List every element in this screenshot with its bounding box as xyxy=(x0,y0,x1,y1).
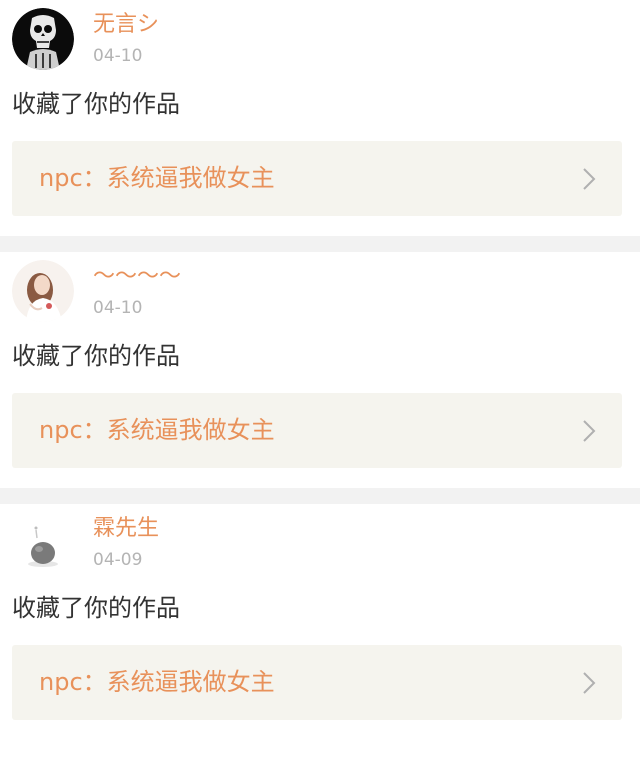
timestamp: 04-09 xyxy=(93,550,143,570)
action-text: 收藏了你的作品 xyxy=(12,342,180,370)
work-title: npc：系统逼我做女主 xyxy=(39,416,275,444)
work-title: npc：系统逼我做女主 xyxy=(39,164,275,192)
notification-item: 无言シ 04-10 收藏了你的作品 npc：系统逼我做女主 xyxy=(0,0,640,236)
chevron-right-icon xyxy=(582,167,596,191)
action-text: 收藏了你的作品 xyxy=(12,90,180,118)
skull-avatar-icon xyxy=(12,8,74,70)
timestamp: 04-10 xyxy=(93,46,143,66)
notification-item: 霖先生 04-09 收藏了你的作品 npc：系统逼我做女主 xyxy=(0,504,640,740)
username[interactable]: 无言シ xyxy=(93,11,159,39)
stone-avatar-icon xyxy=(12,512,74,574)
girl-photo-avatar-icon xyxy=(12,260,74,322)
username[interactable]: ～～～～ xyxy=(93,263,181,291)
divider xyxy=(0,488,640,504)
avatar[interactable] xyxy=(12,512,74,574)
work-link-card[interactable]: npc：系统逼我做女主 xyxy=(12,393,622,468)
avatar[interactable] xyxy=(12,8,74,70)
username[interactable]: 霖先生 xyxy=(93,515,159,543)
divider xyxy=(0,236,640,252)
chevron-right-icon xyxy=(582,419,596,443)
work-link-card[interactable]: npc：系统逼我做女主 xyxy=(12,645,622,720)
avatar[interactable] xyxy=(12,260,74,322)
notification-item: ～～～～ 04-10 收藏了你的作品 npc：系统逼我做女主 xyxy=(0,252,640,488)
chevron-right-icon xyxy=(582,671,596,695)
work-title: npc：系统逼我做女主 xyxy=(39,668,275,696)
work-link-card[interactable]: npc：系统逼我做女主 xyxy=(12,141,622,216)
timestamp: 04-10 xyxy=(93,298,143,318)
action-text: 收藏了你的作品 xyxy=(12,594,180,622)
notification-feed: 无言シ 04-10 收藏了你的作品 npc：系统逼我做女主 ～～～～ 04-10… xyxy=(0,0,640,740)
